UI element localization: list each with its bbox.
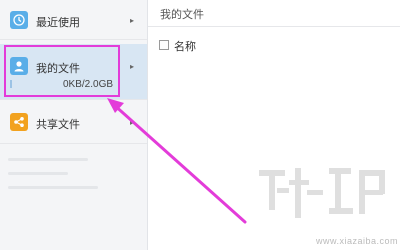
blurred-item: [8, 158, 88, 161]
sidebar-item-label: 共享文件: [36, 119, 80, 131]
chevron-right-icon: ▸: [130, 118, 135, 127]
select-all-checkbox[interactable]: [159, 40, 169, 50]
share-icon: [10, 113, 28, 131]
blurred-item: [8, 186, 98, 189]
sidebar: 最近使用 ▸ 我的文件 ▸ 0KB/2.0GB 共享文件 ▸: [0, 0, 148, 250]
blurred-item: [8, 172, 68, 175]
watermark-logo: [259, 168, 385, 218]
chevron-right-icon: ▸: [130, 62, 135, 71]
annotation-highlight-box: [4, 45, 120, 97]
breadcrumb[interactable]: 我的文件: [160, 6, 204, 22]
content-header: 我的文件: [148, 0, 400, 27]
clock-icon: [10, 11, 28, 29]
file-list-header: 名称: [148, 30, 400, 60]
chevron-right-icon: ▸: [130, 16, 135, 25]
watermark-url: www.xiazaiba.com: [316, 236, 399, 246]
sidebar-item-label: 最近使用: [36, 17, 80, 29]
sidebar-item-shared[interactable]: 共享文件 ▸: [0, 100, 147, 144]
sidebar-item-recent[interactable]: 最近使用 ▸: [0, 0, 147, 40]
column-header-name[interactable]: 名称: [174, 38, 196, 54]
